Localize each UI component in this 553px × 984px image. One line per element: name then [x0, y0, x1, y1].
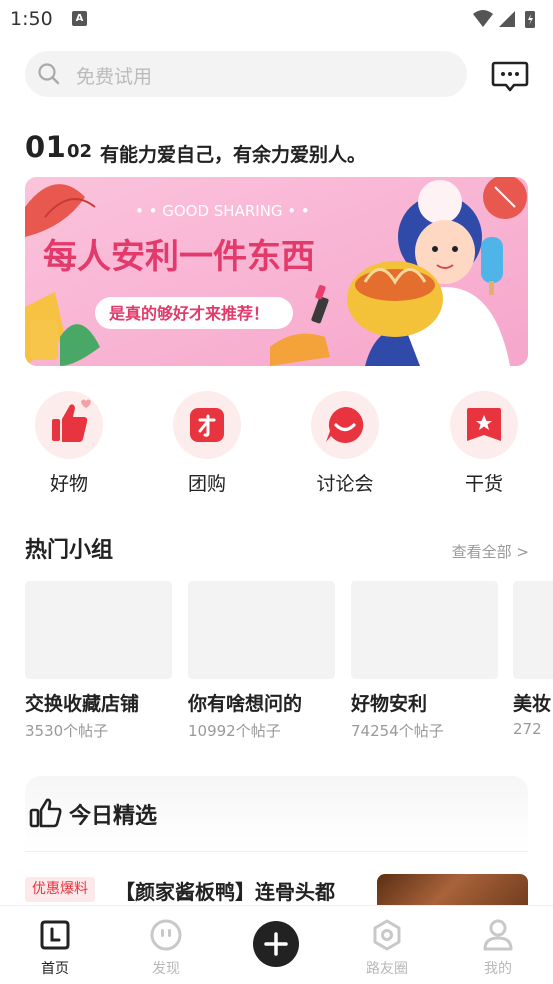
hot-groups-title: 热门小组 — [25, 538, 114, 563]
wifi-icon — [473, 10, 493, 27]
quick-entry-discussion[interactable]: 讨论会 — [300, 391, 390, 501]
status-icons — [473, 10, 535, 28]
tab-label: 路友圈 — [366, 961, 408, 977]
group-post-count: 74254个帖子 — [351, 722, 444, 740]
discussion-icon — [326, 406, 364, 443]
slogan-text: 有能力爱自己，有余力爱别人。 — [100, 144, 367, 166]
add-icon — [264, 932, 288, 956]
promo-banner[interactable]: • • GOOD SHARING • • 每人安利一件东西 是真的够好才来推荐！ — [25, 177, 528, 366]
group-card[interactable]: 美妆 272 — [513, 581, 553, 738]
group-post-count: 10992个帖子 — [188, 722, 281, 740]
group-card[interactable]: 好物安利 74254个帖子 — [351, 581, 498, 741]
notification-icon: A — [72, 11, 87, 26]
thumbs-up-outline-icon — [29, 798, 62, 828]
quick-entry-label: 干货 — [464, 473, 503, 495]
group-name: 交换收藏店铺 — [25, 693, 140, 715]
search-input[interactable]: 免费试用 — [25, 51, 467, 97]
group-name: 好物安利 — [351, 693, 428, 715]
quick-entry-group-buy[interactable]: 团购 — [162, 391, 252, 501]
article-title: 【颜家酱板鸭】连骨头都 — [115, 880, 335, 904]
group-card[interactable]: 交换收藏店铺 3530个帖子 — [25, 581, 172, 741]
bottom-tab-bar: 首页 发现 路友圈 我的 — [0, 905, 553, 984]
quick-entry-label: 讨论会 — [316, 473, 374, 495]
group-buy-icon — [190, 408, 224, 442]
group-thumbnail — [513, 581, 553, 679]
quick-entry-label: 团购 — [187, 473, 226, 495]
see-all-link[interactable]: 查看全部 > — [452, 541, 529, 562]
status-time: 1:50 — [10, 8, 53, 30]
group-thumbnail — [25, 581, 172, 679]
slogan-next-index[interactable]: 02 — [67, 141, 92, 162]
banner-subtitle: • • GOOD SHARING • • — [135, 202, 310, 220]
circle-icon — [373, 919, 401, 951]
today-pick-header: 今日精选 — [25, 776, 528, 852]
group-card[interactable]: 你有啥想问的 10992个帖子 — [188, 581, 335, 741]
signal-icon — [499, 11, 515, 27]
tab-home[interactable]: 首页 — [15, 918, 95, 978]
tab-profile[interactable]: 我的 — [458, 918, 538, 978]
article-tag: 优惠爆料 — [25, 877, 95, 902]
group-name: 你有啥想问的 — [188, 693, 303, 715]
group-post-count: 272 — [513, 720, 542, 738]
message-icon[interactable] — [490, 57, 530, 97]
banner-tagline: 是真的够好才来推荐！ — [108, 304, 269, 323]
search-placeholder: 免费试用 — [76, 66, 153, 88]
quick-entry-goods[interactable]: 好物 — [24, 391, 114, 501]
profile-icon — [483, 919, 513, 951]
tab-discover[interactable]: 发现 — [126, 918, 206, 978]
group-thumbnail — [188, 581, 335, 679]
search-icon — [38, 63, 60, 85]
tab-label: 首页 — [41, 961, 69, 977]
bookmark-icon — [467, 408, 501, 441]
group-name: 美妆 — [513, 693, 552, 715]
thumbs-up-icon — [52, 399, 91, 442]
banner-title: 每人安利一件东西 — [43, 237, 315, 277]
today-pick-title: 今日精选 — [69, 804, 158, 829]
banner-illustration: • • GOOD SHARING • • 每人安利一件东西 是真的够好才来推荐！ — [25, 177, 528, 366]
quick-entry-label: 好物 — [49, 473, 88, 495]
discover-icon — [150, 919, 182, 951]
tab-label: 我的 — [484, 961, 512, 977]
home-icon — [40, 920, 70, 950]
add-post-button[interactable] — [253, 921, 299, 967]
tab-label: 发现 — [152, 961, 180, 977]
tab-circle[interactable]: 路友圈 — [347, 918, 427, 978]
quick-entry-tips[interactable]: 干货 — [439, 391, 529, 501]
status-bar: 1:50 A — [0, 0, 553, 38]
group-thumbnail — [351, 581, 498, 679]
slogan-index: 01 — [25, 130, 67, 164]
group-post-count: 3530个帖子 — [25, 722, 109, 740]
